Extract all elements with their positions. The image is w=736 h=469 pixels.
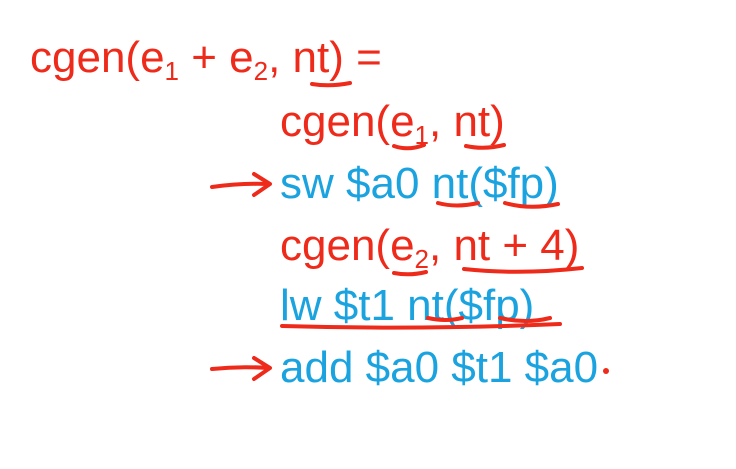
cgen-e2-line: cgen(e2, nt + 4) xyxy=(280,221,580,273)
underline-nt-1 xyxy=(310,81,352,88)
cgen-definition-line: cgen(e1 + e2, nt) = xyxy=(30,33,382,85)
cgen-text: cgen(e xyxy=(280,221,415,270)
nt-equals-text: , nt) = xyxy=(268,33,382,82)
nt-close-text: , nt) xyxy=(429,97,505,146)
plus-e-text: + e xyxy=(179,33,254,82)
sw-instruction-line: sw $a0 nt($fp) xyxy=(280,162,559,206)
subscript-2: 2 xyxy=(414,244,430,274)
sw-instruction-text: sw $a0 nt($fp) xyxy=(280,159,559,208)
dot-mark xyxy=(603,368,609,374)
arrow-2-head xyxy=(252,356,272,381)
cgen-e1-line: cgen(e1, nt) xyxy=(280,97,505,149)
arrow-1-head xyxy=(252,172,272,197)
subscript-1: 1 xyxy=(164,56,180,86)
add-instruction-text: add $a0 $t1 $a0 xyxy=(280,343,599,392)
add-instruction-line: add $a0 $t1 $a0 xyxy=(280,346,598,390)
subscript-2: 2 xyxy=(253,56,269,86)
arrow-1-icon xyxy=(210,181,270,189)
cgen-text: cgen(e xyxy=(30,33,165,82)
lw-instruction-line: lw $t1 nt($fp) xyxy=(280,284,534,328)
lw-instruction-text: lw $t1 nt($fp) xyxy=(280,281,535,330)
cgen-text: cgen(e xyxy=(280,97,415,146)
subscript-1: 1 xyxy=(414,120,430,150)
arrow-2-icon xyxy=(210,365,270,371)
nt-plus-4-text: , nt + 4) xyxy=(429,221,580,270)
